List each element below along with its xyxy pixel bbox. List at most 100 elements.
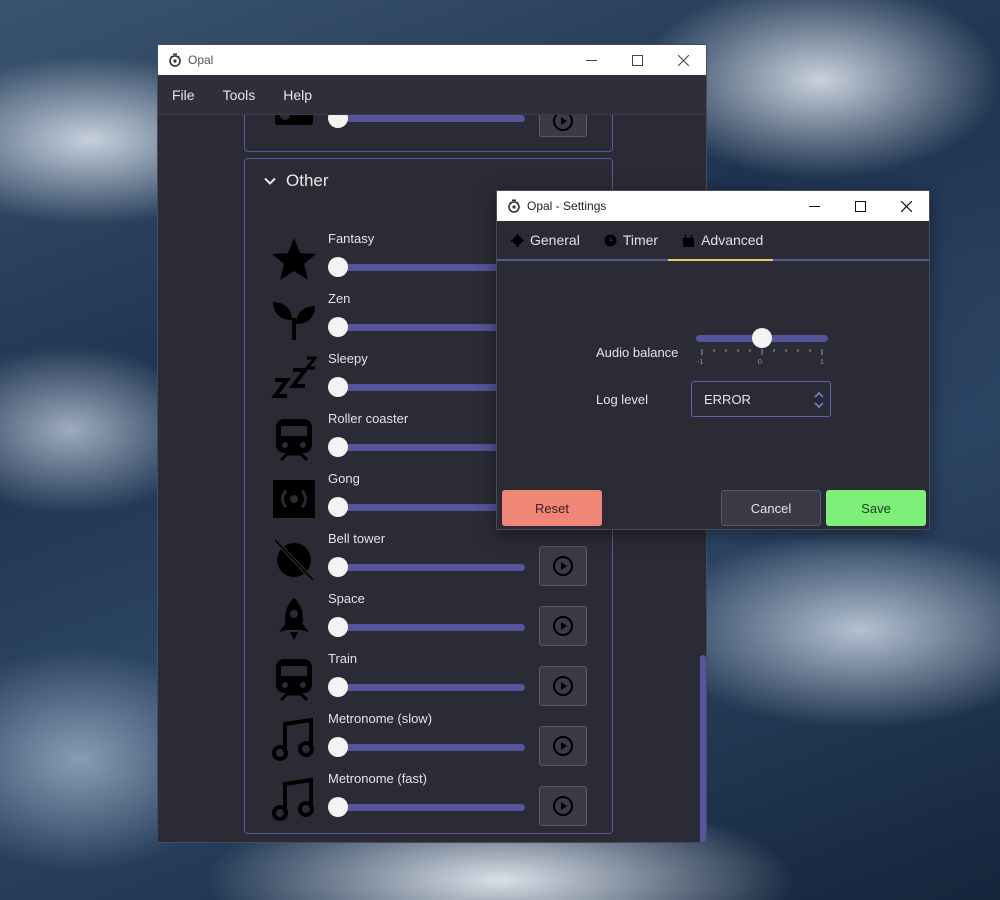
main-titlebar[interactable]: Opal bbox=[158, 45, 706, 75]
audio-balance-thumb[interactable] bbox=[752, 328, 772, 348]
volume-slider-thumb[interactable] bbox=[328, 257, 348, 277]
tab-timer-label: Timer bbox=[622, 232, 659, 248]
close-button[interactable] bbox=[883, 191, 929, 221]
train-icon bbox=[271, 416, 317, 462]
menu-file[interactable]: File bbox=[162, 87, 205, 103]
sound-label: Roller coaster bbox=[328, 411, 409, 426]
group-header[interactable]: Other bbox=[263, 171, 329, 191]
sound-label: Fantasy bbox=[328, 231, 375, 246]
chevron-down-icon bbox=[264, 177, 276, 185]
play-circle-icon bbox=[553, 115, 573, 131]
sound-group-previous bbox=[244, 115, 613, 152]
star-icon bbox=[271, 236, 317, 282]
sound-label: Zen bbox=[328, 291, 351, 306]
play-button[interactable] bbox=[539, 666, 587, 706]
audio-balance-tick-labels: -1 0 1 bbox=[695, 359, 829, 369]
volume-slider-track[interactable] bbox=[328, 115, 525, 122]
log-level-label: Log level bbox=[596, 392, 649, 407]
volume-slider-thumb[interactable] bbox=[328, 797, 348, 817]
maximize-button[interactable] bbox=[614, 45, 660, 75]
volume-slider-thumb[interactable] bbox=[328, 437, 348, 457]
robot-icon bbox=[683, 233, 695, 247]
sound-row: Space bbox=[271, 591, 601, 651]
settings-tabs: General Timer Advanced bbox=[497, 221, 929, 261]
sound-row-partial bbox=[271, 115, 601, 142]
play-button[interactable] bbox=[539, 115, 587, 137]
sound-label: Metronome (slow) bbox=[328, 711, 433, 726]
settings-dialog: Opal - Settings General Timer Advanced A… bbox=[496, 190, 930, 530]
volume-slider-track[interactable] bbox=[328, 804, 525, 811]
volume-slider-track[interactable] bbox=[328, 624, 525, 631]
audio-balance-label: Audio balance bbox=[596, 345, 679, 360]
main-window-title: Opal bbox=[188, 53, 214, 67]
rocket-icon bbox=[271, 596, 317, 642]
tab-general[interactable]: General bbox=[497, 221, 590, 259]
volume-slider-thumb[interactable] bbox=[328, 557, 348, 577]
reset-button[interactable]: Reset bbox=[502, 490, 602, 526]
minimize-button[interactable] bbox=[791, 191, 837, 221]
volume-slider-thumb[interactable] bbox=[328, 115, 348, 128]
close-icon bbox=[677, 54, 689, 66]
tick-label-min: -1 bbox=[697, 359, 704, 366]
settings-title: Opal - Settings bbox=[527, 199, 607, 213]
play-circle-icon bbox=[553, 676, 573, 696]
volume-slider-thumb[interactable] bbox=[328, 497, 348, 517]
sound-row: Bell tower bbox=[271, 531, 601, 591]
cancel-button[interactable]: Cancel bbox=[721, 490, 821, 526]
play-circle-icon bbox=[553, 796, 573, 816]
play-circle-icon bbox=[553, 616, 573, 636]
sleep-zzz-icon bbox=[271, 356, 317, 402]
radio-icon bbox=[271, 115, 317, 133]
play-circle-icon bbox=[553, 556, 573, 576]
log-level-value: ERROR bbox=[704, 391, 751, 407]
sound-row: Train bbox=[271, 651, 601, 711]
gear-icon bbox=[511, 233, 524, 247]
play-circle-icon bbox=[553, 736, 573, 756]
menu-help[interactable]: Help bbox=[273, 87, 322, 103]
play-button[interactable] bbox=[539, 546, 587, 586]
volume-slider-track[interactable] bbox=[328, 564, 525, 571]
music-note-icon bbox=[271, 716, 317, 762]
sound-label: Sleepy bbox=[328, 351, 368, 366]
sound-label: Gong bbox=[328, 471, 360, 486]
volume-slider-thumb[interactable] bbox=[328, 677, 348, 697]
broadcast-icon bbox=[271, 476, 317, 522]
volume-slider-track[interactable] bbox=[328, 684, 525, 691]
minimize-icon bbox=[808, 205, 820, 207]
tab-advanced-label: Advanced bbox=[701, 232, 764, 248]
sound-label: Train bbox=[328, 651, 358, 666]
play-button[interactable] bbox=[539, 786, 587, 826]
settings-titlebar[interactable]: Opal - Settings bbox=[497, 191, 929, 221]
minimize-button[interactable] bbox=[568, 45, 614, 75]
play-button[interactable] bbox=[539, 726, 587, 766]
app-timer-icon bbox=[508, 199, 520, 213]
volume-slider-thumb[interactable] bbox=[328, 617, 348, 637]
tick-label-mid: 0 bbox=[758, 359, 762, 366]
volume-slider-thumb[interactable] bbox=[328, 737, 348, 757]
play-button[interactable] bbox=[539, 606, 587, 646]
sound-row: Metronome (fast) bbox=[271, 771, 601, 831]
menu-tools[interactable]: Tools bbox=[213, 87, 266, 103]
close-icon bbox=[900, 200, 912, 212]
volume-slider-thumb[interactable] bbox=[328, 377, 348, 397]
tab-advanced[interactable]: Advanced bbox=[668, 221, 774, 261]
minimize-icon bbox=[585, 59, 597, 61]
menu-bar: File Tools Help bbox=[158, 75, 706, 115]
chevron-up-down-icon bbox=[814, 391, 824, 409]
sound-label: Space bbox=[328, 591, 365, 606]
scrollbar-thumb[interactable] bbox=[700, 655, 706, 842]
volume-slider-track[interactable] bbox=[328, 744, 525, 751]
log-level-select[interactable]: ERROR bbox=[691, 381, 831, 417]
sound-label: Metronome (fast) bbox=[328, 771, 427, 786]
audio-balance-ticks bbox=[701, 349, 823, 355]
tab-timer[interactable]: Timer bbox=[590, 221, 668, 259]
sprout-icon bbox=[271, 296, 317, 342]
volume-slider-thumb[interactable] bbox=[328, 317, 348, 337]
maximize-icon bbox=[631, 54, 643, 66]
save-button[interactable]: Save bbox=[826, 490, 926, 526]
group-title: Other bbox=[286, 171, 329, 190]
maximize-button[interactable] bbox=[837, 191, 883, 221]
sound-label: Bell tower bbox=[328, 531, 386, 546]
close-button[interactable] bbox=[660, 45, 706, 75]
train-icon bbox=[271, 656, 317, 702]
